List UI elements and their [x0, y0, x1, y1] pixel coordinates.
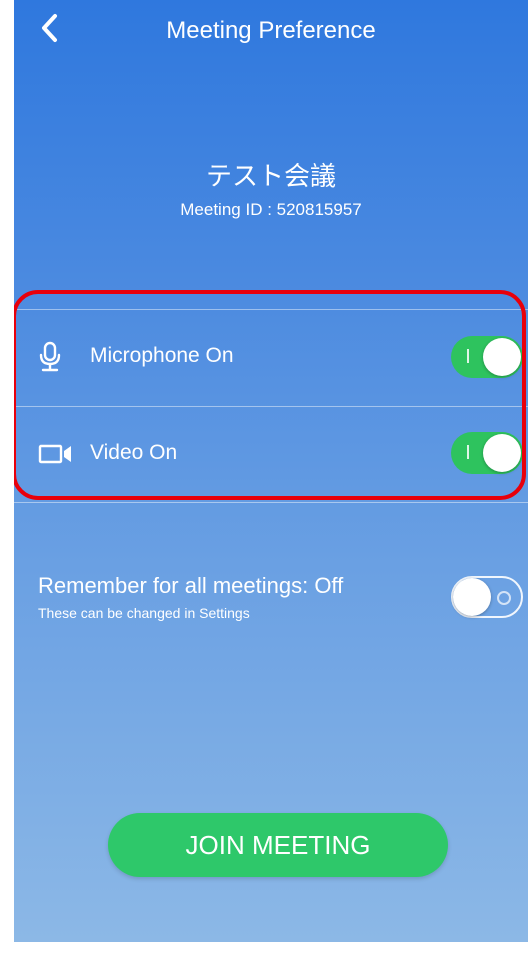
remember-label: Remember for all meetings: Off: [38, 573, 344, 598]
meeting-id: Meeting ID : 520815957: [180, 200, 362, 219]
divider: [14, 502, 528, 503]
toggle-knob: [453, 578, 491, 616]
meeting-name: テスト会議: [205, 162, 336, 192]
join-meeting-button[interactable]: JOIN MEETING: [108, 813, 448, 877]
header: Meeting Preference: [14, 0, 528, 60]
remember-sublabel: These can be changed in Settings: [38, 605, 250, 621]
meeting-preference-screen: Meeting Preference テスト会議 Meeting ID : 52…: [14, 0, 528, 942]
page-title: Meeting Preference: [166, 17, 376, 44]
highlight-outline: [14, 290, 526, 500]
remember-toggle[interactable]: [451, 576, 523, 618]
toggle-off-mark: [497, 591, 511, 605]
